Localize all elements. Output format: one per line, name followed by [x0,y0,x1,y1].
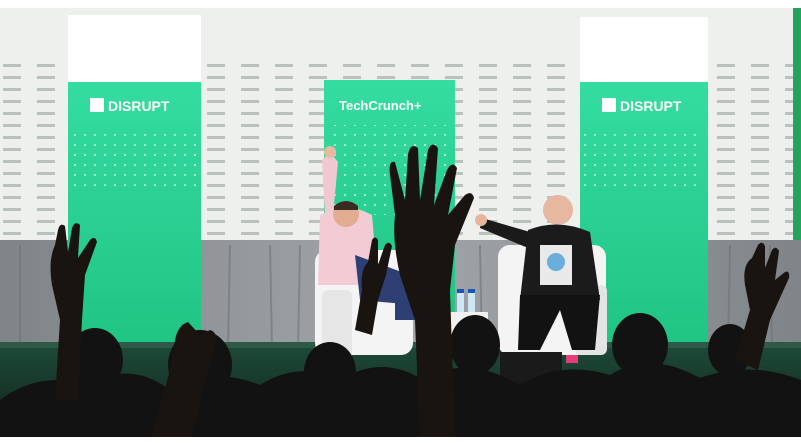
top-frame [0,0,801,8]
banner-center-text: TechCrunch+ [339,98,422,113]
stage-scene: DISRUPT TechCrunch+ DISRUPT [0,0,801,443]
bottom-frame [0,437,801,443]
banner-right-text: DISRUPT [620,98,682,114]
banner-left-text: DISRUPT [108,98,170,114]
banner-left: DISRUPT [68,15,201,342]
corner-green-strip [793,8,801,243]
event-photo: DISRUPT TechCrunch+ DISRUPT [0,0,801,443]
disrupt-logo-icon [90,98,104,112]
disrupt-logo-icon [602,98,616,112]
